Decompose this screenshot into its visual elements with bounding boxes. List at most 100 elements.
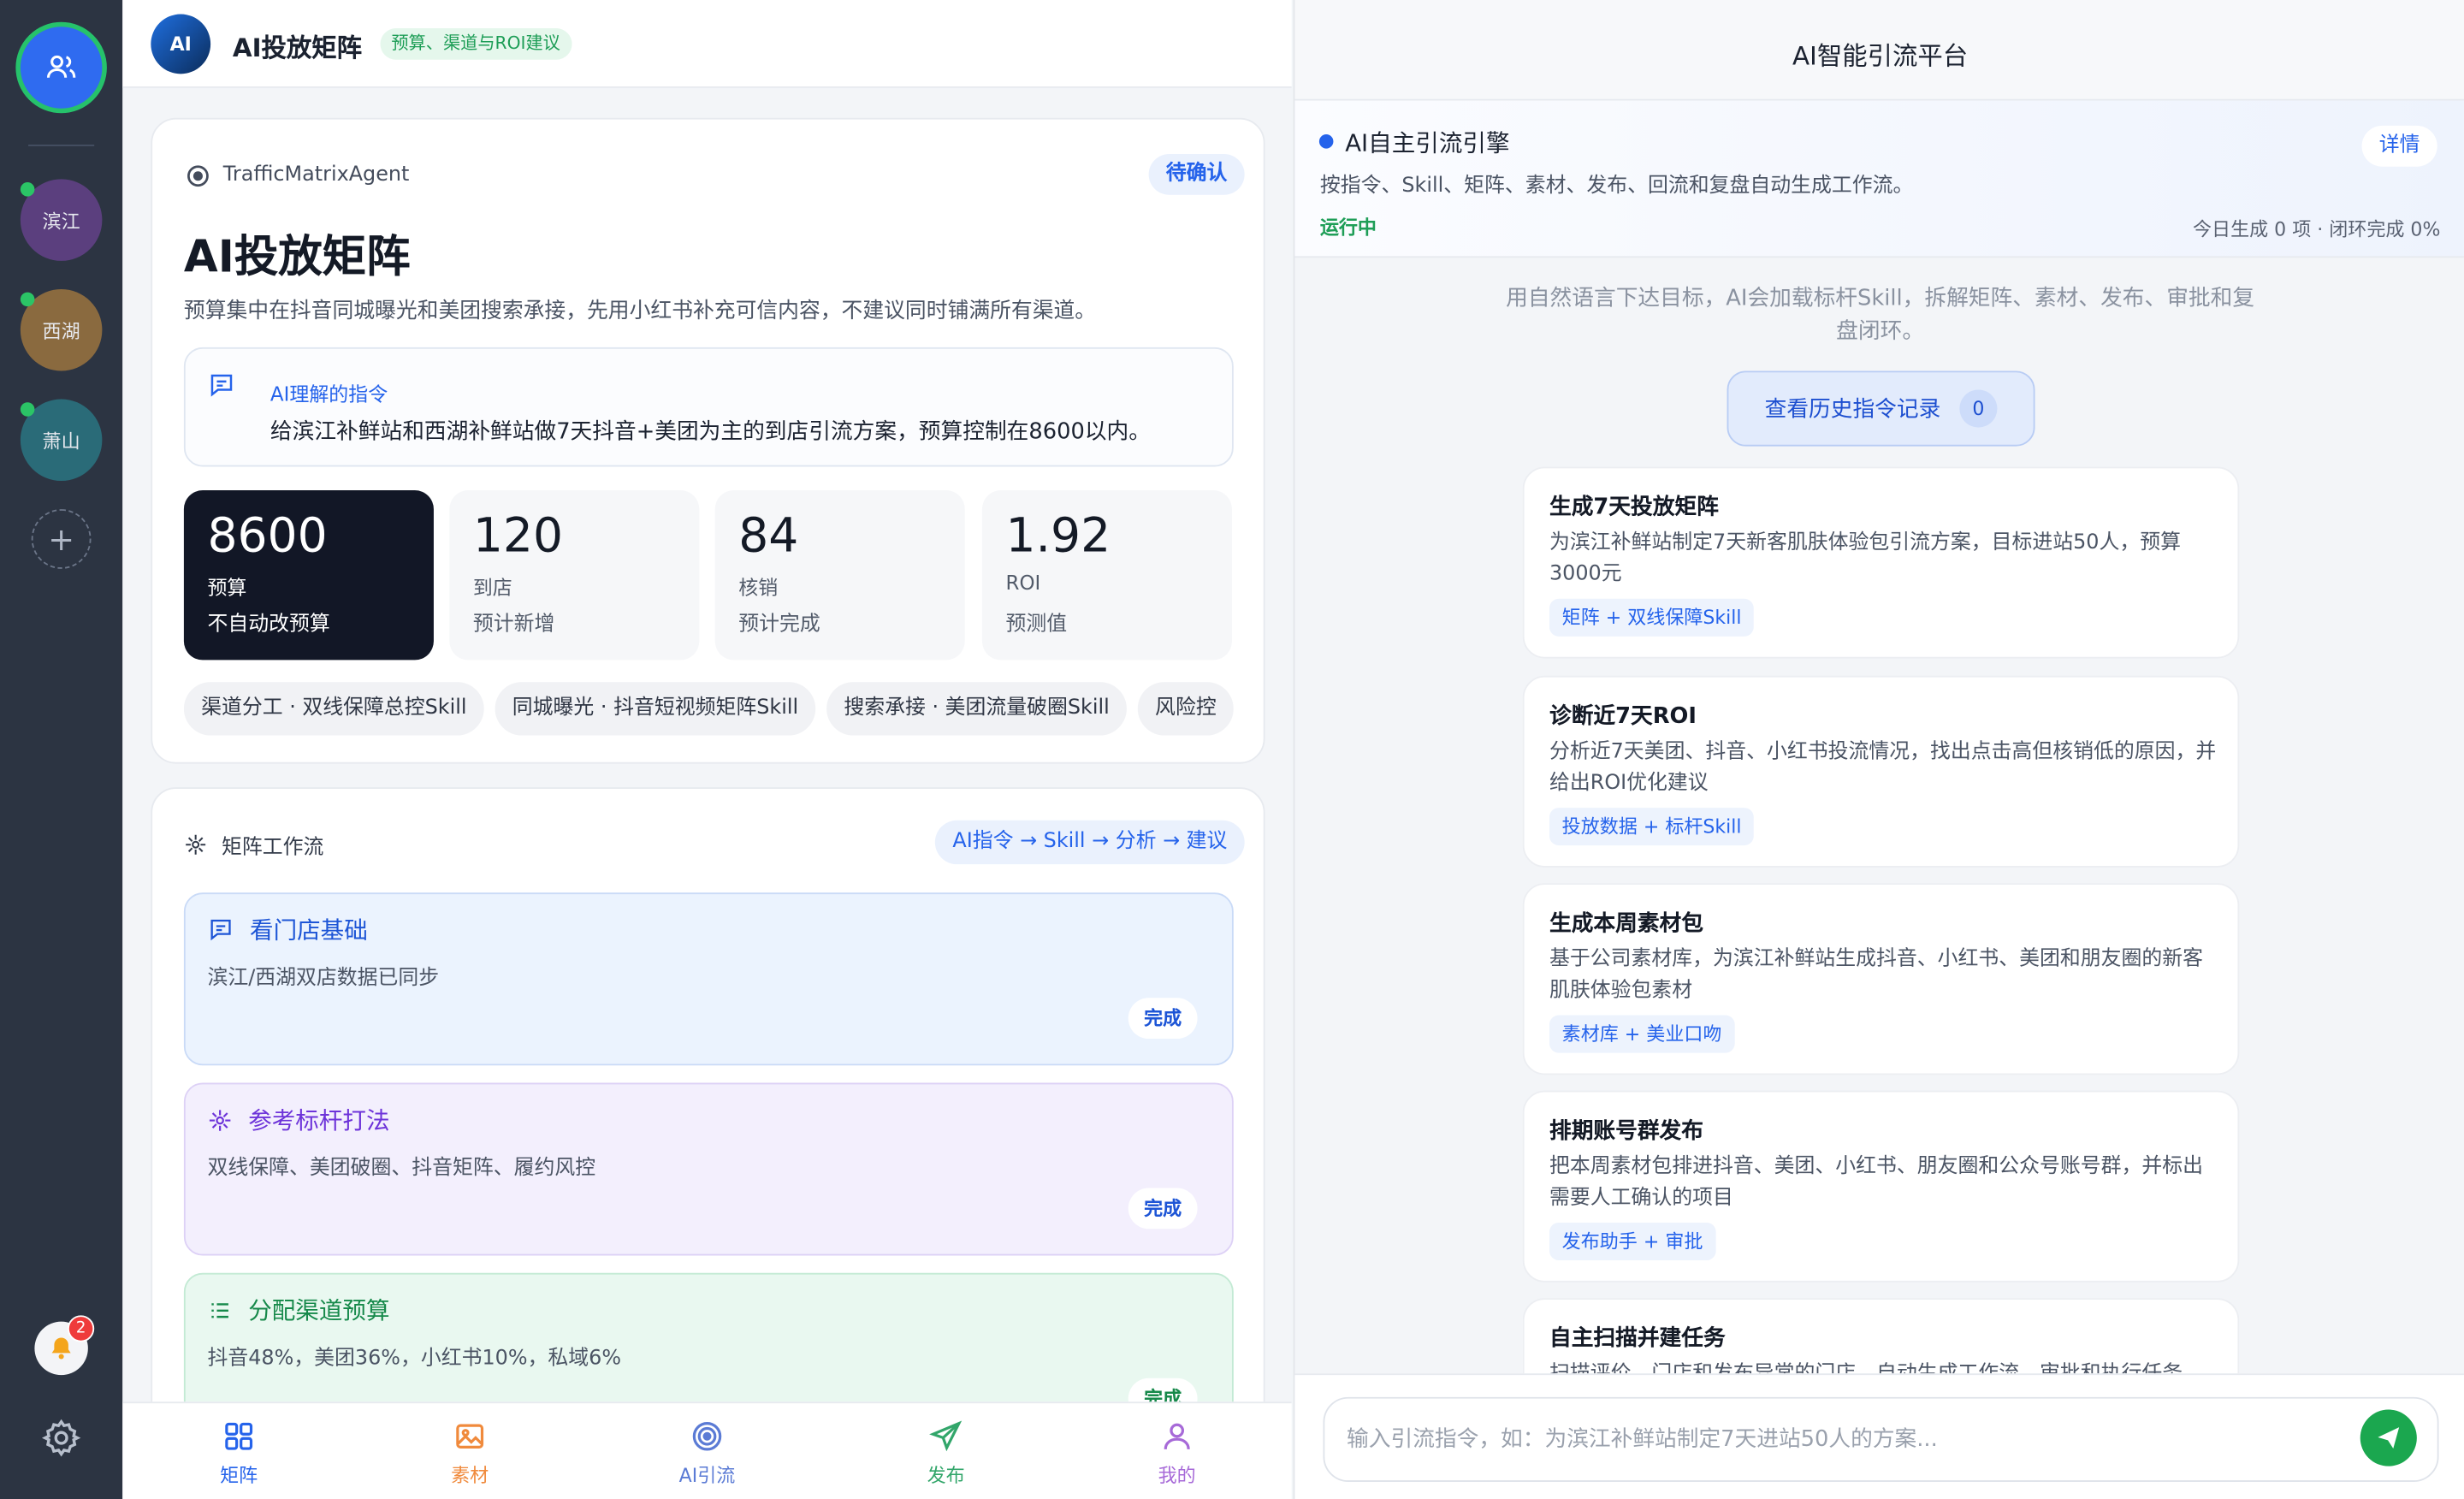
- add-store-button[interactable]: +: [31, 509, 92, 569]
- target-icon: [692, 1421, 722, 1451]
- details-button[interactable]: 详情: [2361, 125, 2437, 167]
- stat-budget: 8600 预算 不自动改预算: [183, 490, 434, 661]
- summary-desc: 预算集中在抖音同城曝光和美团搜索承接，先用小红书补充可信内容，不建议同时铺满所有…: [183, 298, 1097, 324]
- intent-box: AI理解的指令 给滨江补鲜站和西湖补鲜站做7天抖音+美团为主的到店引流方案，预算…: [183, 347, 1234, 467]
- store-xihu[interactable]: 西湖: [20, 288, 103, 371]
- ai-platform-panel: AI智能引流平台 AI自主引流引擎 按指令、Skill、矩阵、素材、发布、回流和…: [1293, 0, 2464, 1499]
- command-desc: 分析近7天美团、抖音、小红书投流情况，找出点击高但核销低的原因，并给出ROI优化…: [1549, 740, 2217, 796]
- status-badge[interactable]: 待确认: [1148, 153, 1245, 195]
- store-label: 滨江: [42, 210, 80, 232]
- input-bar: [1294, 1373, 2464, 1499]
- command-card[interactable]: 排期账号群发布 把本周素材包排进抖音、美团、小红书、朋友圈和公众号账号群，并标出…: [1522, 1090, 2240, 1283]
- store-binjiang[interactable]: 滨江: [20, 179, 103, 261]
- stat-note: 不自动改预算: [207, 613, 330, 637]
- stat-value: 1.92: [1005, 509, 1111, 565]
- workflow-step-benchmark[interactable]: 参考标杆打法 双线保障、美团破圈、抖音矩阵、履约风控 完成: [183, 1082, 1234, 1256]
- team-button[interactable]: [15, 21, 107, 114]
- workflow-flow-badge: AI指令 → Skill → 分析 → 建议: [935, 820, 1245, 865]
- command-desc: 扫描评价、门店和发布异常的门店，自动生成工作流、审批和执行任务: [1549, 1360, 2218, 1373]
- skill-chips: 渠道分工 · 双线保障总控Skill 同城曝光 · 抖音短视频矩阵Skill 搜索承…: [183, 682, 1234, 736]
- page-title: AI投放矩阵: [232, 33, 363, 63]
- command-card[interactable]: 生成本周素材包 基于公司素材库，为滨江补鲜站生成抖音、小红书、美团和朋友圈的新客…: [1522, 883, 2240, 1075]
- skill-chip[interactable]: 搜索承接 · 美团流量破圈Skill: [826, 682, 1127, 736]
- tab-profile[interactable]: 我的: [1122, 1419, 1232, 1489]
- command-title: 排期账号群发布: [1549, 1118, 1703, 1145]
- command-title: 诊断近7天ROI: [1549, 703, 1697, 730]
- send-button[interactable]: [2360, 1409, 2417, 1466]
- skill-chip[interactable]: 风险控: [1137, 682, 1234, 736]
- engine-status: 运行中: [1319, 216, 1377, 240]
- sidebar-divider: [28, 144, 95, 146]
- panel-header: AI AI投放矩阵 预算、渠道与ROI建议: [122, 0, 1292, 88]
- step-title: 分配渠道预算: [248, 1296, 390, 1325]
- command-card[interactable]: 自主扫描并建任务 扫描评价、门店和发布异常的门店，自动生成工作流、审批和执行任务: [1522, 1298, 2240, 1374]
- tab-label: 素材: [451, 1464, 489, 1487]
- engine-card: AI自主引流引擎 按指令、Skill、矩阵、素材、发布、回流和复盘自动生成工作流…: [1294, 100, 2464, 258]
- platform-header: AI智能引流平台: [1294, 0, 2464, 101]
- intent-text: 给滨江补鲜站和西湖补鲜站做7天抖音+美团为主的到店引流方案，预算控制在8600以…: [270, 419, 1151, 445]
- stat-roi: 1.92 ROI 预测值: [981, 490, 1232, 661]
- skill-chip[interactable]: 同城曝光 · 抖音短视频矩阵Skill: [495, 682, 816, 736]
- sidebar: 滨江 西湖 萧山 + 2: [0, 0, 123, 1499]
- stat-note: 预计完成: [738, 613, 820, 637]
- sparkle-icon: [186, 834, 206, 855]
- workflow-card: 矩阵工作流 AI指令 → Skill → 分析 → 建议 看门店基础 滨江/西湖…: [151, 787, 1265, 1463]
- command-tag: 发布助手 + 审批: [1549, 1222, 1716, 1261]
- notification-badge: 2: [67, 1315, 95, 1342]
- online-dot: [20, 402, 35, 417]
- grid-icon: [225, 1422, 253, 1450]
- command-card[interactable]: 生成7天投放矩阵 为滨江补鲜站制定7天新客肌肤体验包引流方案，目标进站50人，预…: [1522, 466, 2240, 659]
- command-card[interactable]: 诊断近7天ROI 分析近7天美团、抖音、小红书投流情况，找出点击高但核销低的原因…: [1522, 675, 2240, 868]
- engine-title: AI自主引流引擎: [1345, 128, 1510, 157]
- agent-row: TrafficMatrixAgent: [187, 163, 410, 187]
- command-desc: 把本周素材包排进抖音、美团、小红书、朋友圈和公众号账号群，并标出需要人工确认的项…: [1549, 1154, 2204, 1211]
- command-tag: 投放数据 + 标杆Skill: [1549, 808, 1755, 846]
- tab-label: 发布: [927, 1464, 965, 1487]
- workflow-step-store-base[interactable]: 看门店基础 滨江/西湖双店数据已同步 完成: [183, 892, 1234, 1066]
- tab-label: 我的: [1158, 1464, 1196, 1487]
- tab-matrix[interactable]: 矩阵: [184, 1419, 294, 1489]
- summary-card: TrafficMatrixAgent 待确认 AI投放矩阵 预算集中在抖音同城曝…: [151, 117, 1265, 764]
- intent-label: AI理解的指令: [270, 382, 388, 406]
- tab-ai-traffic[interactable]: AI引流: [652, 1419, 762, 1489]
- app-logo: AI: [151, 14, 211, 74]
- stat-value: 8600: [207, 509, 328, 565]
- stat-note: 预计新增: [472, 613, 555, 637]
- step-title: 看门店基础: [250, 915, 368, 945]
- platform-title: AI智能引流平台: [1792, 40, 1969, 71]
- stat-label: 核销: [738, 575, 779, 599]
- send-icon: [929, 1420, 962, 1452]
- bottom-tab-bar: 矩阵 素材 AI引流 发布 我的: [122, 1401, 1292, 1499]
- stat-value: 120: [472, 509, 564, 565]
- send-icon: [2378, 1427, 2400, 1449]
- command-tag: 矩阵 + 双线保障Skill: [1549, 598, 1755, 637]
- sparkle-icon: [209, 1109, 231, 1130]
- user-icon: [1164, 1423, 1190, 1450]
- store-xiaoshan[interactable]: 萧山: [20, 399, 103, 482]
- tab-publish[interactable]: 发布: [891, 1419, 1001, 1489]
- stat-redeem: 84 核销 预计完成: [714, 490, 965, 661]
- agent-name: TrafficMatrixAgent: [222, 163, 410, 187]
- tab-assets[interactable]: 素材: [415, 1419, 525, 1489]
- command-title: 生成7天投放矩阵: [1549, 495, 1719, 520]
- engine-stats: 今日生成 0 项 · 闭环完成 0%: [2193, 218, 2441, 241]
- notification-button[interactable]: 2: [34, 1315, 95, 1376]
- command-tag: 素材库 + 美业口吻: [1549, 1015, 1735, 1053]
- step-title: 参考标杆打法: [248, 1106, 390, 1135]
- command-input[interactable]: [1323, 1396, 2439, 1483]
- command-title: 生成本周素材包: [1549, 911, 1703, 937]
- tab-label: AI引流: [678, 1464, 736, 1487]
- step-status: 完成: [1128, 998, 1198, 1040]
- gear-icon[interactable]: [41, 1418, 82, 1459]
- instruction-hint: 用自然语言下达目标，AI会加载标杆Skill，拆解矩阵、素材、发布、审批和复盘闭…: [1506, 286, 2255, 345]
- online-dot: [20, 182, 35, 197]
- history-button[interactable]: 查看历史指令记录 0: [1727, 370, 2035, 447]
- stat-visits: 120 到店 预计新增: [449, 490, 700, 661]
- stat-label: 预算: [207, 575, 247, 599]
- history-label: 查看历史指令记录: [1764, 397, 1941, 424]
- users-icon: [46, 55, 76, 78]
- skill-chip[interactable]: 渠道分工 · 双线保障总控Skill: [183, 682, 484, 736]
- target-icon: [187, 164, 209, 187]
- command-title: 自主扫描并建任务: [1549, 1326, 1726, 1352]
- stat-label: 到店: [472, 575, 512, 599]
